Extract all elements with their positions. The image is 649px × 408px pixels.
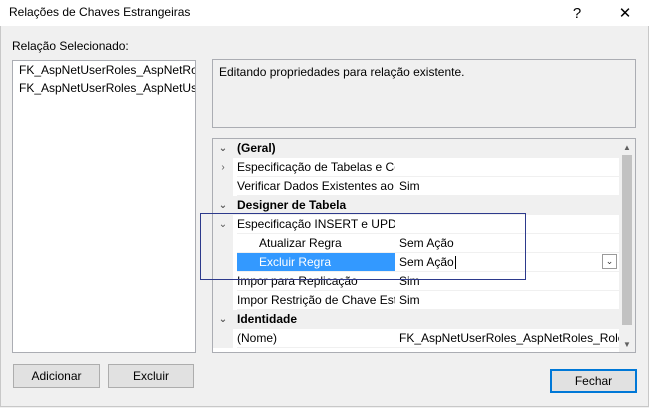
property-row[interactable]: Verificar Dados Existentes ao Criar ou R… (213, 177, 621, 196)
vertical-scrollbar[interactable]: ▲ ▼ (619, 139, 635, 352)
close-button[interactable]: Fechar (550, 369, 637, 393)
scroll-up-icon[interactable]: ▲ (619, 139, 635, 155)
title-bar: Relações de Chaves Estrangeiras ? ✕ (0, 0, 649, 26)
property-name: Verificar Dados Existentes ao Criar ou R… (237, 177, 395, 196)
property-value[interactable]: Sim (395, 272, 621, 291)
property-value[interactable]: Sim (395, 291, 621, 310)
property-name: (Nome) (237, 329, 395, 348)
list-item[interactable]: FK_AspNetUserRoles_AspNetUsers_UserId (13, 79, 195, 97)
delete-button[interactable]: Excluir (108, 364, 194, 388)
property-category-row[interactable]: ⌄ Designer de Tabela (213, 196, 621, 215)
property-category-row[interactable]: ⌄ Identidade (213, 310, 621, 329)
property-row[interactable]: ›Especificação de Tabelas e Colunas (213, 158, 621, 177)
property-name: Impor para Replicação (237, 272, 395, 291)
row-gutter (213, 329, 233, 348)
text-caret (454, 256, 456, 270)
property-name: Identidade (237, 312, 298, 326)
chevron-down-icon[interactable]: ⌄ (213, 139, 233, 158)
list-item[interactable]: FK_AspNetUserRoles_AspNetRoles_RoleId (13, 61, 195, 79)
property-value-text: Sem Ação (399, 236, 454, 250)
row-gutter (213, 272, 233, 291)
property-row[interactable]: ⌄Especificação INSERT e UPDATE (213, 215, 621, 234)
close-window-button[interactable]: ✕ (603, 0, 647, 26)
property-name: Designer de Tabela (237, 198, 347, 212)
property-row[interactable]: Atualizar Regra Sem Ação (213, 234, 621, 253)
property-value[interactable] (395, 215, 621, 234)
chevron-down-icon[interactable]: ⌄ (213, 215, 233, 234)
property-value[interactable]: Sem Ação (395, 234, 621, 253)
row-gutter (213, 234, 233, 253)
property-row[interactable]: Impor Restrição de Chave Estrangeira Sim (213, 291, 621, 310)
chevron-down-icon[interactable]: ⌄ (213, 310, 233, 329)
help-icon: ? (572, 4, 582, 22)
description-text: Editando propriedades para relação exist… (219, 65, 465, 79)
property-value[interactable]: Sim (395, 177, 621, 196)
property-name: (Geral) (237, 141, 276, 155)
property-value-text: Sim (399, 274, 420, 288)
property-row[interactable]: (Nome) FK_AspNetUserRoles_AspNetRoles_Rol… (213, 329, 621, 348)
chevron-down-icon[interactable]: ⌄ (213, 196, 233, 215)
property-row[interactable]: Impor para Replicação Sim (213, 272, 621, 291)
property-value[interactable] (395, 158, 621, 177)
property-value-text: Sim (399, 293, 420, 307)
chevron-right-icon[interactable]: › (213, 158, 233, 177)
scroll-thumb[interactable] (622, 155, 632, 325)
add-button[interactable]: Adicionar (13, 364, 100, 388)
property-rows: ⌄ (Geral) ›Especificação de Tabelas e Colu… (213, 139, 621, 348)
property-name: Impor Restrição de Chave Estrangeira (237, 291, 395, 310)
property-grid[interactable]: ⌄ (Geral) ›Especificação de Tabelas e Colu… (212, 138, 636, 353)
property-value-text: Sim (399, 179, 420, 193)
property-name: Especificação de Tabelas e Colunas (237, 158, 395, 177)
property-value[interactable]: FK_AspNetUserRoles_AspNetRoles_RoleId (395, 329, 621, 348)
scroll-down-icon[interactable]: ▼ (619, 336, 635, 352)
property-value-text: FK_AspNetUserRoles_AspNetRoles_RoleId (399, 331, 621, 345)
chevron-down-icon[interactable]: ⌄ (602, 254, 617, 269)
relations-label: Relação Selecionado: (12, 39, 129, 53)
row-gutter (213, 253, 233, 272)
window-title: Relações de Chaves Estrangeiras (9, 5, 191, 19)
row-gutter (213, 291, 233, 310)
relations-list[interactable]: FK_AspNetUserRoles_AspNetRoles_RoleId FK… (12, 60, 196, 353)
description-box: Editando propriedades para relação exist… (212, 59, 636, 128)
close-icon: ✕ (618, 5, 632, 22)
property-category-row[interactable]: ⌄ (Geral) (213, 139, 621, 158)
property-name: Especificação INSERT e UPDATE (237, 215, 395, 234)
property-value[interactable]: Sem Ação (395, 253, 621, 272)
property-name: Excluir Regra (237, 253, 395, 272)
property-value-text: Sem Ação (399, 255, 454, 269)
row-gutter (213, 177, 233, 196)
property-name: Atualizar Regra (237, 234, 395, 253)
property-row[interactable]: Excluir Regra Sem Ação ⌄ (213, 253, 621, 272)
help-button[interactable]: ? (555, 0, 599, 26)
